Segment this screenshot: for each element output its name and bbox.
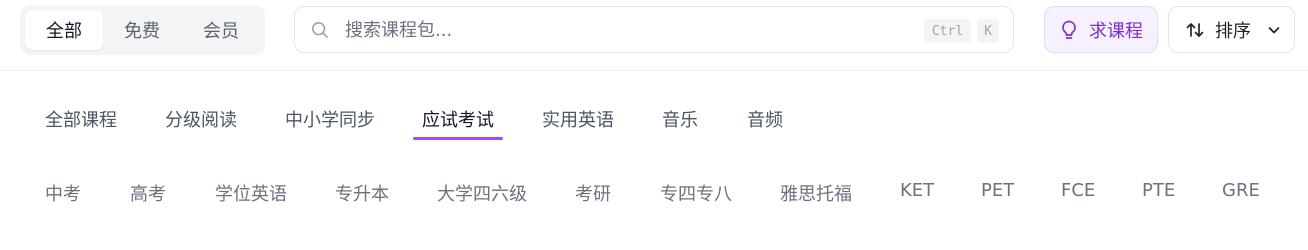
sort-arrows-icon [1186,22,1204,37]
subtab-kaoyan[interactable]: 考研 [575,180,611,206]
search-icon [311,21,329,39]
tab-category-school-sync[interactable]: 中小学同步 [285,106,375,142]
tab-free[interactable]: 免费 [103,10,181,50]
tab-category-audio[interactable]: 音频 [747,106,783,142]
tab-category-practical-english[interactable]: 实用英语 [542,106,614,142]
subtab-gaokao[interactable]: 高考 [130,180,166,206]
subtab-gre[interactable]: GRE [1222,180,1260,201]
shortcut-key-ctrl: Ctrl [924,19,971,43]
subtab-ielts-toefl[interactable]: 雅思托福 [780,180,852,206]
shortcut-key-k: K [977,19,999,43]
tab-all[interactable]: 全部 [25,10,103,50]
subtab-pte[interactable]: PTE [1142,180,1175,201]
tab-category-all[interactable]: 全部课程 [45,106,117,142]
subtab-pet[interactable]: PET [981,180,1014,201]
tab-category-graded-reading[interactable]: 分级阅读 [165,106,237,142]
subtab-zhongkao[interactable]: 中考 [45,180,81,206]
request-course-button[interactable]: 求课程 [1044,6,1158,53]
sort-button[interactable]: 排序 [1168,6,1295,53]
subtab-fce[interactable]: FCE [1061,180,1095,201]
subcategory-tabs: 中考 高考 学位英语 专升本 大学四六级 考研 专四专八 雅思托福 KET PE… [0,170,1308,214]
top-toolbar: 全部 免费 会员 Ctrl K 求课程 排序 [0,0,1308,71]
category-tabs: 全部课程 分级阅读 中小学同步 应试考试 实用英语 音乐 音频 [0,96,1308,146]
subtab-upgrade-exam[interactable]: 专升本 [335,180,389,206]
subtab-tem[interactable]: 专四专八 [660,180,732,206]
sort-label: 排序 [1215,20,1251,42]
lightbulb-icon [1062,20,1076,39]
active-tab-underline [413,137,503,140]
request-course-label: 求课程 [1089,20,1143,42]
tab-member[interactable]: 会员 [182,10,260,50]
price-filter-tabs: 全部 免费 会员 [20,5,265,55]
subtab-ket[interactable]: KET [900,180,934,201]
subtab-cet[interactable]: 大学四六级 [437,180,527,206]
search-box: Ctrl K [294,6,1014,53]
subtab-degree-english[interactable]: 学位英语 [215,180,287,206]
chevron-down-icon [1268,26,1280,33]
tab-category-music[interactable]: 音乐 [662,106,698,142]
search-input[interactable] [345,15,905,45]
